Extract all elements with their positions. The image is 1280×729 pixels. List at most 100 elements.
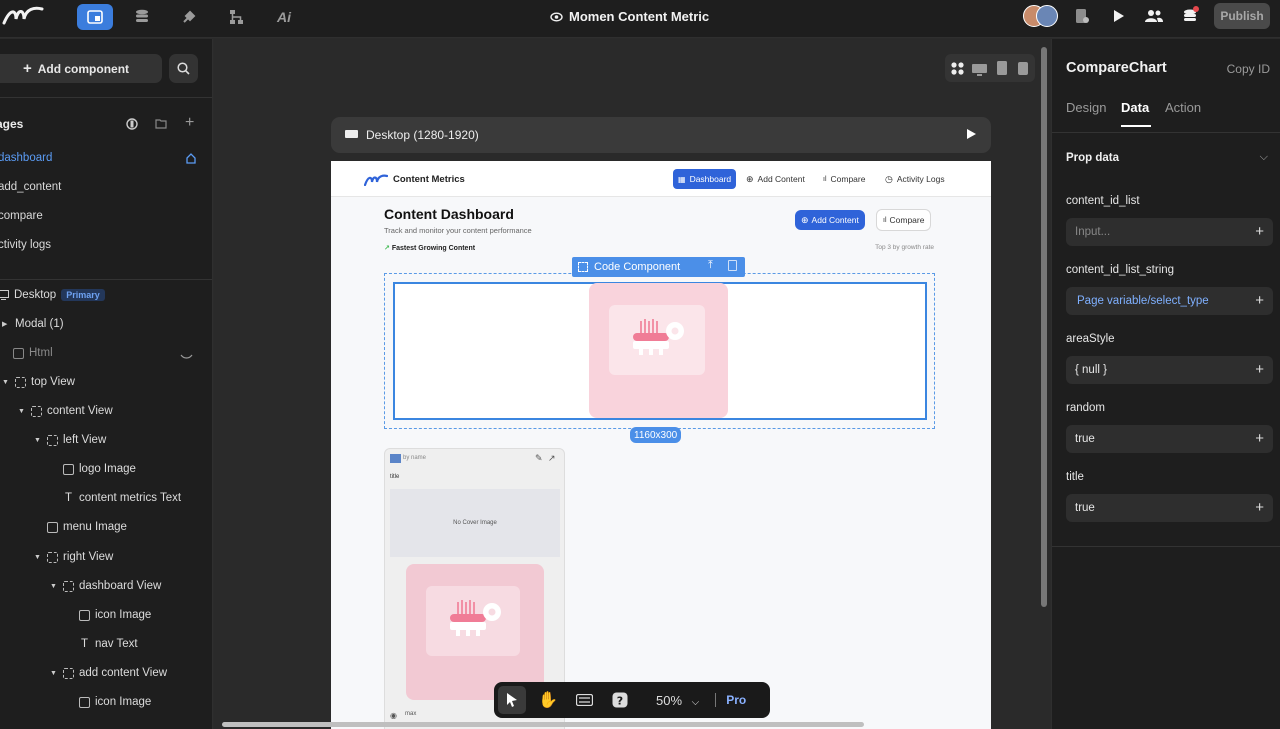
random-input[interactable]: true + (1066, 425, 1273, 453)
external-link-icon[interactable]: ↗ (548, 453, 556, 464)
title-input[interactable]: true + (1066, 494, 1273, 522)
tree-row-dashboard-view[interactable]: ▼ dashboard View (50, 576, 161, 596)
tree-row-icon-image[interactable]: icon Image (79, 605, 151, 625)
nav-add-content[interactable]: ⊕ Add Content (741, 169, 810, 189)
page-item-add-content[interactable]: add_content (0, 181, 61, 193)
tree-row-content-metrics-text[interactable]: T content metrics Text (63, 488, 181, 508)
compare-label: Compare (889, 215, 925, 225)
add-folder-icon[interactable] (155, 117, 168, 135)
select-tool-button[interactable] (498, 686, 526, 714)
home-icon[interactable] (185, 151, 197, 169)
page-item-dashboard[interactable]: dashboard (0, 152, 52, 164)
users-icon[interactable] (1145, 9, 1163, 28)
hidden-eye-icon[interactable] (180, 348, 193, 366)
grid-icon[interactable] (951, 62, 964, 80)
momen-logo[interactable] (2, 5, 44, 32)
caret-down-icon[interactable]: ▼ (34, 554, 42, 561)
tree-row-desktop[interactable]: Desktop Primary (0, 285, 105, 305)
tree-row-add-content-view[interactable]: ▼ add content View (50, 663, 167, 683)
tree-row-modal[interactable]: ▶ Modal (1) (2, 314, 64, 334)
tree-row-content-view[interactable]: ▼ content View (18, 401, 113, 421)
compare-button[interactable]: ıl Compare (876, 209, 932, 231)
move-up-icon[interactable]: ⤒ (708, 259, 713, 272)
tree-row-top-view[interactable]: ▼ top View (2, 372, 75, 392)
database-icon[interactable] (124, 4, 160, 30)
tree-row-left-view[interactable]: ▼ left View (34, 430, 106, 450)
keyboard-button[interactable] (570, 686, 598, 714)
tree-row-logo-image[interactable]: logo Image (63, 459, 136, 479)
zoom-level[interactable]: 50% ⌵ (656, 693, 699, 708)
caret-down-icon[interactable]: ▼ (34, 437, 42, 444)
code-component-label[interactable]: Code Component ⤒ (572, 257, 745, 277)
add-component-button[interactable]: + Add component (0, 54, 162, 83)
add-content-label: Add Content (811, 215, 859, 225)
page-item-compare[interactable]: compare (0, 210, 43, 222)
view-icon (15, 376, 26, 388)
plug-icon[interactable] (171, 4, 207, 30)
nav-label: Add Content (757, 174, 805, 184)
document-icon[interactable] (1074, 8, 1090, 30)
chevron-down-icon[interactable]: ⌵ (1260, 151, 1268, 164)
search-button[interactable] (169, 54, 198, 83)
mobile-icon[interactable] (1018, 62, 1028, 80)
pages-header: ages (0, 117, 24, 131)
tree-row-right-view[interactable]: ▼ right View (34, 547, 113, 567)
caret-right-icon[interactable]: ▶ (2, 320, 10, 328)
edit-icon[interactable]: ✎ (535, 453, 543, 464)
tree-row-html[interactable]: Html (13, 343, 53, 363)
prop-data-header[interactable]: Prop data (1066, 152, 1119, 164)
desktop-icon[interactable] (972, 63, 987, 81)
device-bar: Desktop (1280-1920) (331, 117, 991, 153)
nav-dashboard[interactable]: ▦ Dashboard (673, 169, 737, 189)
tab-design[interactable]: Design (1066, 100, 1106, 115)
area-style-input[interactable]: { null } + (1066, 356, 1273, 384)
avatar[interactable] (1036, 5, 1058, 27)
tab-data[interactable]: Data (1121, 100, 1149, 115)
page-item-activity-logs[interactable]: ctivity logs (0, 239, 51, 251)
help-button[interactable]: ? (606, 686, 634, 714)
plus-icon[interactable]: + (1255, 431, 1264, 446)
plus-icon[interactable]: + (1255, 500, 1264, 515)
notifications-icon[interactable] (1182, 6, 1200, 29)
tree-row-icon-image[interactable]: icon Image (79, 692, 151, 712)
plus-icon[interactable]: + (1255, 293, 1264, 308)
tree-row-menu-image[interactable]: menu Image (47, 517, 127, 537)
fastest-growing-text: Fastest Growing Content (391, 245, 476, 252)
page-frame[interactable]: Content Metrics ▦ Dashboard ⊕ Add Conten… (331, 161, 991, 729)
caret-down-icon[interactable]: ▼ (18, 408, 26, 415)
tablet-icon[interactable] (997, 61, 1007, 80)
caret-down-icon[interactable]: ▼ (50, 670, 58, 677)
preview-play-icon[interactable] (966, 128, 977, 140)
canvas[interactable]: Desktop (1280-1920) Content Metrics ▦ Da… (214, 39, 1050, 729)
hand-tool-button[interactable]: ✋ (534, 686, 562, 714)
html-icon (13, 347, 24, 359)
workflow-icon[interactable] (218, 4, 254, 30)
page-layers-icon[interactable] (126, 117, 138, 135)
ai-icon[interactable]: Ai (266, 4, 302, 30)
copy-id-button[interactable]: Copy ID (1227, 62, 1270, 76)
tree-row-label: Html (29, 347, 53, 359)
nav-compare[interactable]: ıl Compare (818, 169, 870, 189)
content-id-list-string-input[interactable]: Page variable/select_type + (1066, 287, 1273, 315)
vertical-scrollbar[interactable] (1041, 47, 1047, 607)
caret-down-icon[interactable]: ▼ (2, 379, 10, 386)
size-badge: 1160x300 (630, 427, 682, 443)
no-cover-image: No Cover Image (390, 489, 560, 557)
content-id-list-input[interactable]: Input... + (1066, 218, 1273, 246)
tree-row-label: content View (47, 405, 113, 417)
delete-icon[interactable] (728, 260, 737, 271)
caret-down-icon[interactable]: ▼ (50, 583, 58, 590)
play-icon[interactable] (1111, 9, 1125, 28)
pro-label[interactable]: Pro (715, 693, 746, 707)
components-icon[interactable] (77, 4, 113, 30)
tree-row-nav-text[interactable]: T nav Text (79, 634, 138, 654)
add-content-button[interactable]: ⊕ Add Content (795, 210, 865, 230)
add-page-icon[interactable]: + (185, 114, 194, 132)
horizontal-scrollbar[interactable] (222, 722, 864, 727)
tab-action[interactable]: Action (1165, 100, 1201, 115)
plus-icon[interactable]: + (1255, 224, 1264, 239)
publish-button[interactable]: Publish (1214, 3, 1270, 29)
monitor-icon (345, 130, 358, 138)
nav-activity-logs[interactable]: ◷ Activity Logs (880, 169, 950, 189)
plus-icon[interactable]: + (1255, 362, 1264, 377)
